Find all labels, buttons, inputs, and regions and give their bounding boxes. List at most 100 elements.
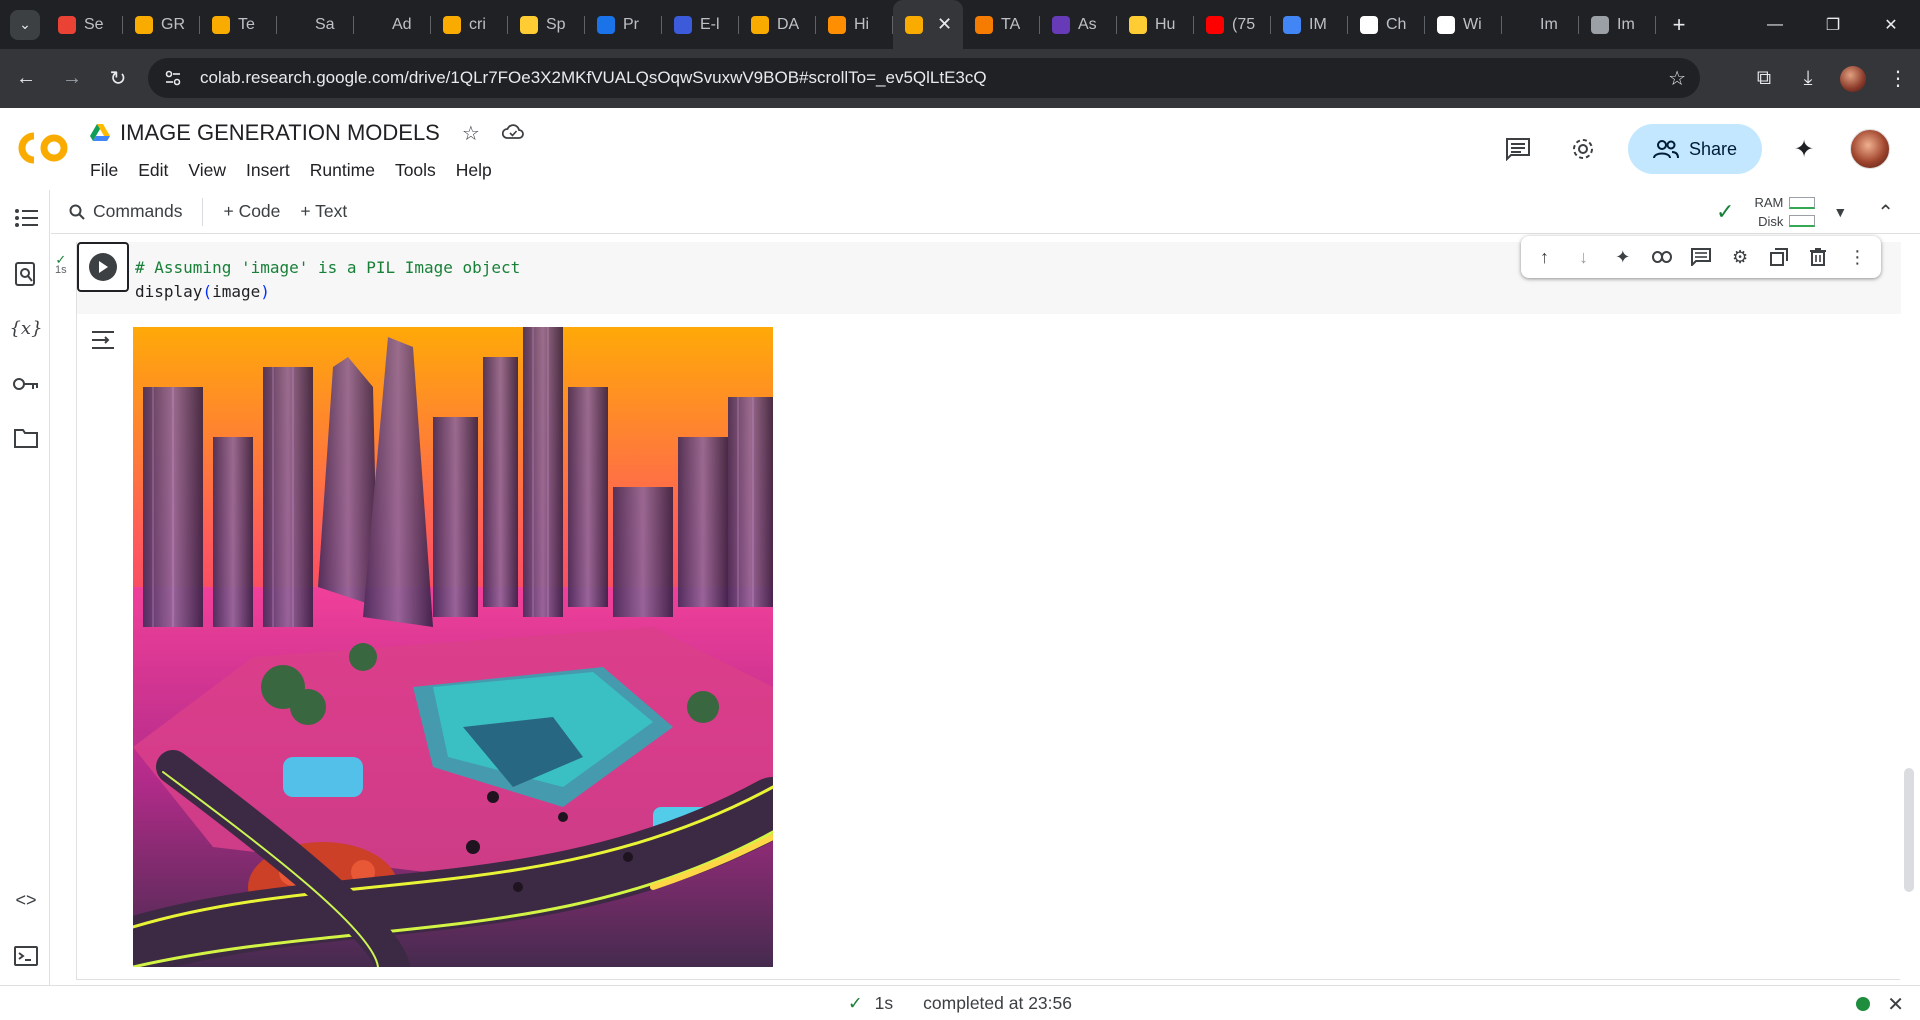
close-tab-icon[interactable]: ✕ — [937, 14, 952, 35]
browser-tab[interactable]: IM — [1271, 0, 1348, 49]
browser-tab[interactable]: Sp — [508, 0, 585, 49]
commands-button[interactable]: Commands — [69, 201, 182, 222]
play-icon — [89, 253, 117, 281]
comments-icon[interactable] — [1498, 129, 1538, 169]
code-snippets-icon[interactable]: <> — [12, 886, 40, 914]
files-folder-icon[interactable] — [12, 424, 40, 452]
code-paren-open: ( — [202, 282, 213, 301]
menu-view[interactable]: View — [188, 160, 226, 181]
browser-tab[interactable]: Te — [200, 0, 277, 49]
runtime-resources[interactable]: ✓ RAM Disk ▼ ⌃ — [1716, 190, 1920, 234]
generated-image-output — [133, 327, 773, 967]
browser-tab[interactable]: ✕ — [893, 0, 963, 49]
move-cell-up-icon[interactable]: ↑ — [1530, 242, 1560, 272]
menu-tools[interactable]: Tools — [395, 160, 436, 181]
ram-label: RAM — [1754, 195, 1784, 210]
add-text-button[interactable]: + Text — [300, 201, 347, 222]
delete-cell-icon[interactable] — [1803, 242, 1833, 272]
menu-file[interactable]: File — [90, 160, 118, 181]
person-icon — [975, 15, 993, 34]
browser-tab[interactable]: GR — [123, 0, 200, 49]
people-icon — [1652, 140, 1679, 159]
github-icon — [366, 15, 384, 34]
move-cell-down-icon[interactable]: ↓ — [1569, 242, 1599, 272]
output-actions-icon[interactable] — [87, 324, 119, 356]
close-window-icon[interactable]: ✕ — [1862, 0, 1920, 49]
browser-tab[interactable]: Hi — [816, 0, 893, 49]
colab-icon — [212, 15, 230, 34]
extensions-icon[interactable]: ⧉ — [1742, 59, 1786, 99]
browser-tab[interactable]: Wi — [1425, 0, 1502, 49]
settings-gear-icon[interactable] — [1563, 129, 1603, 169]
downloads-icon[interactable]: ⤓ — [1786, 59, 1830, 99]
browser-tab[interactable]: Ad — [354, 0, 431, 49]
browser-tab[interactable]: DA — [739, 0, 816, 49]
browser-tab[interactable]: (75 — [1194, 0, 1271, 49]
browser-tab[interactable]: Sa — [277, 0, 354, 49]
code-comment: # Assuming 'image' is a PIL Image object — [135, 258, 521, 277]
menu-runtime[interactable]: Runtime — [310, 160, 375, 181]
menu-insert[interactable]: Insert — [246, 160, 290, 181]
colab-logo[interactable] — [18, 132, 70, 164]
browser-tab[interactable]: E-l — [662, 0, 739, 49]
secrets-key-icon[interactable] — [12, 370, 40, 398]
restore-icon[interactable]: ❐ — [1804, 0, 1862, 49]
cell-input[interactable]: ✓ 1s # Assuming 'image' is a PIL Image o… — [55, 236, 1901, 314]
github-icon — [1514, 15, 1532, 34]
comment-icon[interactable] — [1686, 242, 1716, 272]
link-icon[interactable] — [1647, 242, 1677, 272]
tab-title: cri — [469, 15, 486, 33]
gemini-sparkle-icon[interactable]: ✦ — [1784, 129, 1824, 169]
c-icon — [597, 15, 615, 34]
browser-tab[interactable]: Ch — [1348, 0, 1425, 49]
share-label: Share — [1688, 138, 1738, 159]
back-icon[interactable]: ← — [6, 59, 46, 99]
tab-title: Sp — [546, 15, 566, 33]
terminal-icon[interactable] — [12, 942, 40, 970]
connection-status-icon[interactable] — [1856, 997, 1870, 1011]
minimize-icon[interactable]: — — [1746, 0, 1804, 49]
mirror-cell-icon[interactable] — [1764, 242, 1794, 272]
browser-tab[interactable]: As — [1040, 0, 1117, 49]
account-avatar[interactable] — [1850, 129, 1890, 169]
close-status-icon[interactable]: ✕ — [1887, 992, 1904, 1017]
browser-tab[interactable]: Im — [1579, 0, 1656, 49]
notebook-title[interactable]: IMAGE GENERATION MODELS — [120, 120, 440, 146]
vertical-scrollbar[interactable] — [1904, 768, 1914, 892]
browser-tab[interactable]: TA — [963, 0, 1040, 49]
menu-help[interactable]: Help — [456, 160, 492, 181]
browser-tab[interactable]: Se — [46, 0, 123, 49]
browser-tab[interactable]: Hu — [1117, 0, 1194, 49]
chrome-menu-icon[interactable]: ⋮ — [1876, 59, 1920, 99]
reload-icon[interactable]: ↻ — [98, 59, 138, 99]
add-code-button[interactable]: + Code — [223, 201, 280, 222]
new-tab-icon[interactable]: + — [1664, 10, 1694, 40]
more-actions-icon[interactable]: ⋮ — [1842, 242, 1872, 272]
browser-tab[interactable]: Im — [1502, 0, 1579, 49]
cell-settings-icon[interactable]: ⚙ — [1725, 242, 1755, 272]
table-of-contents-icon[interactable] — [12, 204, 40, 232]
share-button[interactable]: Share — [1628, 124, 1762, 174]
code-editor[interactable]: # Assuming 'image' is a PIL Image object… — [135, 256, 520, 304]
tab-title: Te — [238, 15, 255, 33]
tab-search-icon[interactable]: ⌄ — [10, 9, 40, 40]
find-replace-icon[interactable] — [12, 260, 40, 288]
forward-icon[interactable]: → — [52, 59, 92, 99]
star-icon[interactable]: ☆ — [462, 121, 480, 146]
profile-avatar[interactable] — [1840, 65, 1866, 92]
collapse-header-icon[interactable]: ⌃ — [1877, 200, 1894, 225]
tab-title: Ad — [392, 15, 412, 33]
bookmark-star-icon[interactable]: ☆ — [1668, 66, 1686, 91]
menu-edit[interactable]: Edit — [138, 160, 168, 181]
variables-icon[interactable]: {x} — [9, 314, 42, 342]
address-bar[interactable]: colab.research.google.com/drive/1QLr7FOe… — [148, 58, 1700, 98]
browser-tab[interactable]: Pr — [585, 0, 662, 49]
cloud-saved-icon[interactable] — [501, 122, 524, 145]
code-cell[interactable]: ✓ 1s # Assuming 'image' is a PIL Image o… — [55, 236, 1901, 980]
runtime-dropdown-icon[interactable]: ▼ — [1833, 204, 1847, 220]
run-cell-button[interactable] — [77, 242, 129, 292]
status-bar: ✓ 1s completed at 23:56 ✕ — [0, 985, 1920, 1020]
browser-tab[interactable]: cri — [431, 0, 508, 49]
site-info-icon[interactable] — [164, 67, 186, 89]
gemini-cell-icon[interactable]: ✦ — [1608, 242, 1638, 272]
